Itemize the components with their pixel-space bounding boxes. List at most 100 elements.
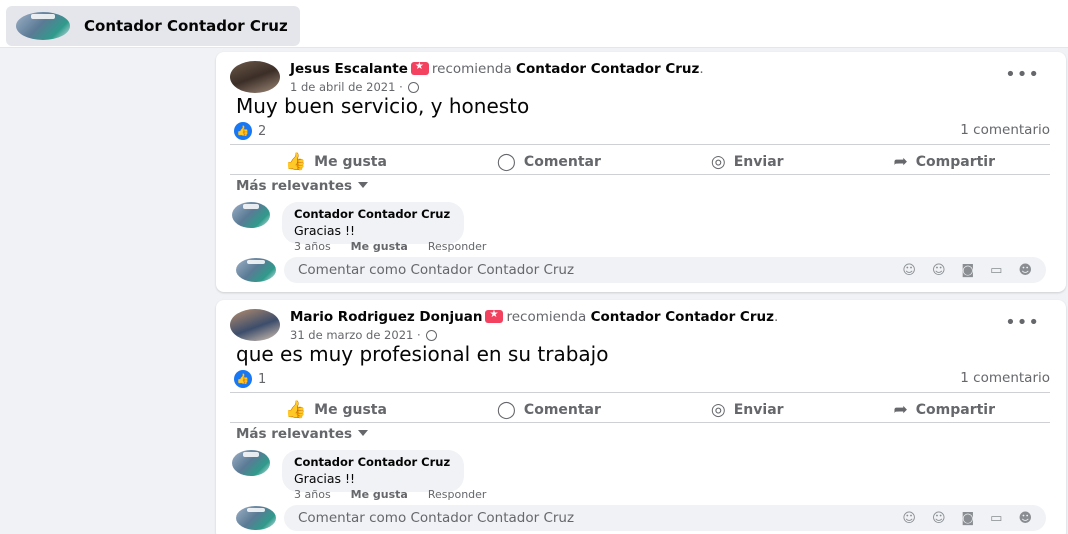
author-name[interactable]: Mario Rodriguez Donjuan (290, 309, 482, 325)
more-icon[interactable]: ••• (1005, 312, 1040, 333)
reaction-count: 1 (258, 371, 267, 387)
post-headline: Jesus Escalante recomienda Contador Conta… (290, 60, 704, 77)
recommend-verb: recomienda (431, 61, 512, 77)
commenter-name[interactable]: Contador Contador Cruz (294, 455, 450, 469)
comment-filter[interactable]: Más relevantes (236, 426, 369, 442)
messenger-icon: ◎ (710, 400, 726, 420)
recommendation-post: Jesus Escalante recomienda Contador Conta… (216, 52, 1066, 292)
comment-text: Gracias !! (294, 223, 355, 238)
like-label: Me gusta (314, 402, 387, 418)
comment-reply-link[interactable]: Responder (428, 488, 487, 501)
page-chip[interactable]: Contador Contador Cruz (6, 6, 300, 46)
author-avatar[interactable] (230, 309, 280, 341)
comment-composer: Comentar como Contador Contador Cruz ☺ ☺… (236, 257, 1046, 283)
composer-avatar[interactable] (236, 506, 276, 530)
share-button[interactable]: ➦ Compartir (894, 400, 996, 420)
comment-bubble: Contador Contador Cruz Gracias !! (282, 450, 465, 492)
share-icon: ➦ (893, 400, 908, 420)
commenter-avatar[interactable] (232, 202, 270, 228)
globe-icon (408, 82, 420, 93)
gif-icon[interactable]: ▭ (990, 511, 1002, 526)
comment-input[interactable]: Comentar como Contador Contador Cruz ☺ ☺… (284, 505, 1046, 531)
camera-icon[interactable]: ◙ (962, 511, 975, 526)
divider (230, 422, 1050, 423)
comment-reply-link[interactable]: Responder (428, 240, 487, 253)
chevron-down-icon (358, 430, 369, 436)
post-header: Mario Rodriguez Donjuan recomienda Contad… (230, 308, 778, 342)
share-label: Compartir (915, 402, 996, 418)
like-icon: 👍 (284, 400, 307, 420)
comment-count[interactable]: 1 comentario (960, 122, 1050, 138)
sticker-icon[interactable]: ☻ (1018, 263, 1032, 278)
reaction-summary[interactable]: 👍 2 (234, 122, 266, 140)
recommend-verb: recomienda (506, 309, 587, 325)
comment: Contador Contador Cruz Gracias !! (232, 202, 465, 244)
send-button[interactable]: ◎ Enviar (711, 400, 784, 420)
comment-label: Comentar (523, 402, 601, 418)
comment-time[interactable]: 3 años (294, 240, 331, 253)
like-icon: 👍 (234, 122, 252, 140)
like-button[interactable]: 👍 Me gusta (285, 400, 387, 420)
divider (230, 392, 1050, 393)
commenter-avatar[interactable] (232, 450, 270, 476)
comment-bubble: Contador Contador Cruz Gracias !! (282, 202, 465, 244)
avatar-icon[interactable]: ☺ (902, 263, 916, 278)
post-actions: 👍 Me gusta ◯ Comentar ◎ Enviar ➦ Compartir (230, 396, 1050, 424)
comment-label: Comentar (523, 154, 601, 170)
comment-meta: 3 años Me gusta Responder (294, 240, 486, 253)
comment-text: Gracias !! (294, 471, 355, 486)
post-date[interactable]: 31 de marzo de 2021 · (290, 328, 421, 342)
comment-icon: ◯ (496, 152, 516, 172)
target-page[interactable]: Contador Contador Cruz (591, 309, 774, 325)
recommend-icon (410, 61, 429, 75)
comment-meta: 3 años Me gusta Responder (294, 488, 486, 501)
page-avatar[interactable] (16, 12, 70, 40)
comment-icon: ◯ (496, 400, 516, 420)
commenter-name[interactable]: Contador Contador Cruz (294, 207, 450, 221)
like-icon: 👍 (284, 152, 307, 172)
emoji-icon[interactable]: ☺ (932, 263, 946, 278)
like-icon: 👍 (234, 370, 252, 388)
comment-input[interactable]: Comentar como Contador Contador Cruz ☺ ☺… (284, 257, 1046, 283)
more-icon[interactable]: ••• (1005, 64, 1040, 85)
comment-filter[interactable]: Más relevantes (236, 178, 369, 194)
post-actions: 👍 Me gusta ◯ Comentar ◎ Enviar ➦ Compartir (230, 148, 1050, 176)
send-label: Enviar (733, 402, 784, 418)
globe-icon (426, 330, 438, 341)
share-icon: ➦ (893, 152, 908, 172)
like-button[interactable]: 👍 Me gusta (285, 152, 387, 172)
composer-avatar[interactable] (236, 258, 276, 282)
comment-placeholder: Comentar como Contador Contador Cruz (298, 510, 575, 526)
send-label: Enviar (733, 154, 784, 170)
post-text: Muy buen servicio, y honesto (236, 94, 530, 118)
share-label: Compartir (915, 154, 996, 170)
chevron-down-icon (358, 182, 369, 188)
target-page[interactable]: Contador Contador Cruz (516, 61, 699, 77)
like-label: Me gusta (314, 154, 387, 170)
author-avatar[interactable] (230, 61, 280, 93)
send-button[interactable]: ◎ Enviar (711, 152, 784, 172)
comment-button[interactable]: ◯ Comentar (497, 400, 601, 420)
page-name[interactable]: Contador Contador Cruz (84, 17, 288, 35)
comment-time[interactable]: 3 años (294, 488, 331, 501)
recommend-icon (485, 309, 504, 323)
emoji-icon[interactable]: ☺ (932, 511, 946, 526)
divider (230, 174, 1050, 175)
comment: Contador Contador Cruz Gracias !! (232, 450, 465, 492)
avatar-icon[interactable]: ☺ (902, 511, 916, 526)
comment-count[interactable]: 1 comentario (960, 370, 1050, 386)
filter-label: Más relevantes (236, 178, 353, 194)
comment-like-link[interactable]: Me gusta (351, 240, 408, 253)
author-name[interactable]: Jesus Escalante (290, 61, 408, 77)
sticker-icon[interactable]: ☻ (1018, 511, 1032, 526)
comment-placeholder: Comentar como Contador Contador Cruz (298, 262, 575, 278)
camera-icon[interactable]: ◙ (962, 263, 975, 278)
reaction-count: 2 (258, 123, 267, 139)
reaction-summary[interactable]: 👍 1 (234, 370, 266, 388)
filter-label: Más relevantes (236, 426, 353, 442)
comment-button[interactable]: ◯ Comentar (497, 152, 601, 172)
gif-icon[interactable]: ▭ (990, 263, 1002, 278)
post-date[interactable]: 1 de abril de 2021 · (290, 80, 403, 94)
comment-like-link[interactable]: Me gusta (351, 488, 408, 501)
share-button[interactable]: ➦ Compartir (894, 152, 996, 172)
